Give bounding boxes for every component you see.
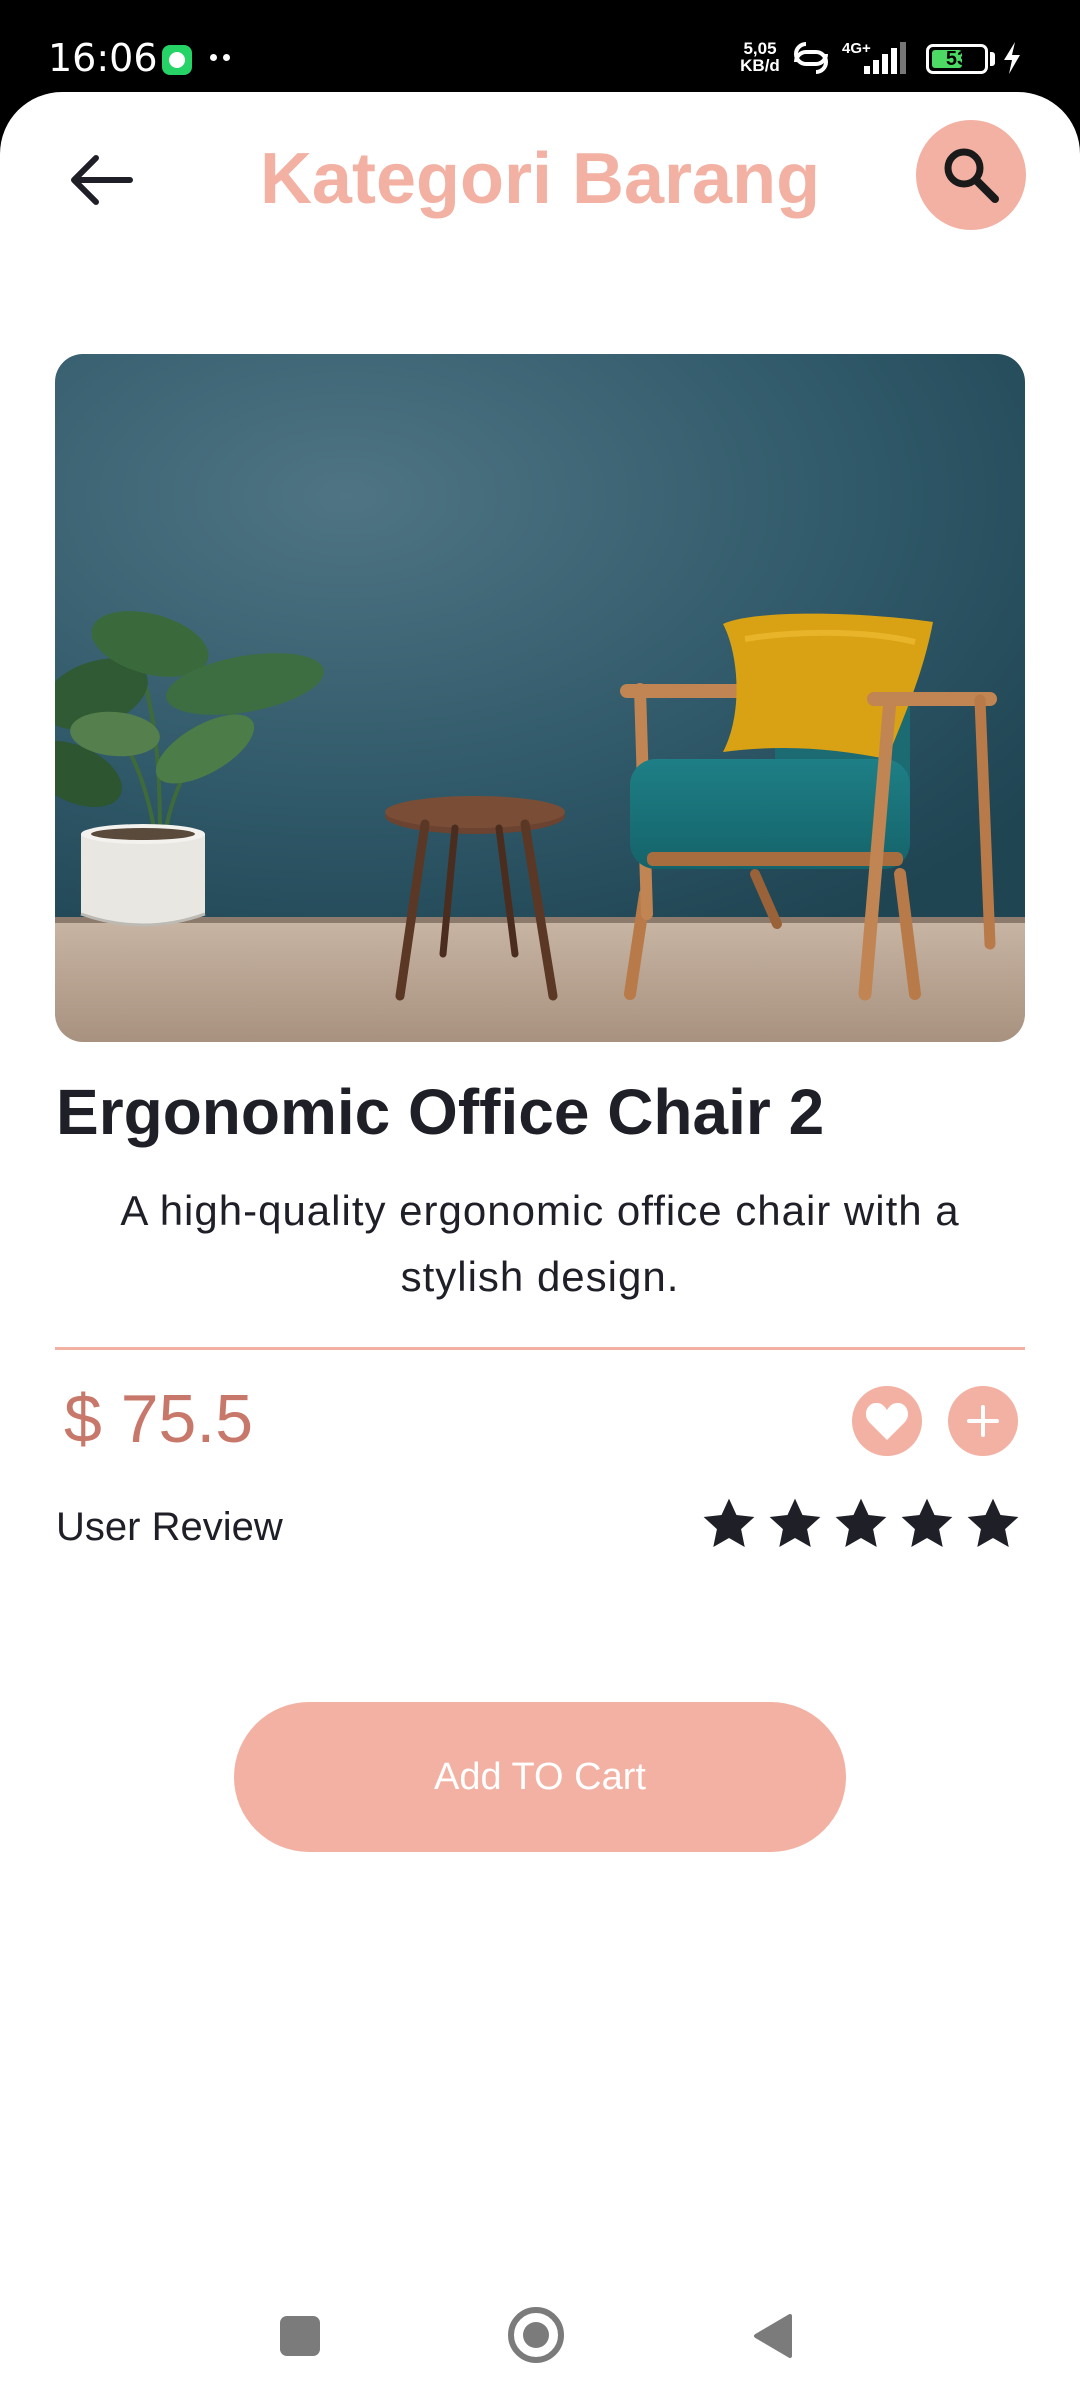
favorite-button[interactable] [852,1386,922,1456]
hotspot-icon [794,42,828,74]
rating-stars [700,1495,1022,1557]
product-price: $ 75.5 [64,1381,254,1457]
back-triangle-icon[interactable] [752,2312,794,2360]
product-detail-screen: Kategori Barang Ergonomic Office Chair 2… [0,92,1080,2400]
add-button[interactable] [948,1386,1018,1456]
product-description: A high-quality ergonomic office chair wi… [120,1187,960,1300]
user-review-label: User Review [56,1505,283,1549]
recents-square-icon[interactable] [280,2316,320,2356]
star-icon [703,1498,755,1547]
star-icon [835,1498,887,1547]
whatsapp-icon [162,45,192,75]
status-time: 16:06 [48,36,158,80]
product-image [55,354,1025,1042]
star-icon [769,1498,821,1547]
page-title: Kategori Barang [259,139,821,219]
battery-cap [990,52,995,66]
star-icon [901,1498,953,1547]
battery-icon: 53 [926,44,988,74]
status-bar: 16:06 5,05 KB/d 4G+ 53 [0,0,1080,100]
search-icon [944,148,999,203]
network-speed: 5,05 KB/d [736,40,784,74]
product-name: Ergonomic Office Chair 2 [56,1076,825,1148]
network-speed-value: 5,05 [743,39,777,58]
divider [55,1347,1025,1350]
charging-bolt-icon [1004,42,1020,74]
plus-icon [967,1405,999,1437]
home-circle-icon[interactable] [508,2307,564,2363]
back-button[interactable] [58,136,146,224]
battery-level: 53 [945,48,969,70]
heart-icon [865,1402,909,1440]
signal-icon: 4G+ [842,40,912,76]
add-to-cart-button[interactable]: Add TO Cart [234,1702,846,1852]
arrow-left-icon [71,155,133,205]
star-icon [967,1498,1019,1547]
more-dots-icon [210,54,232,62]
network-speed-unit: KB/d [740,56,780,75]
search-button[interactable] [916,120,1026,230]
